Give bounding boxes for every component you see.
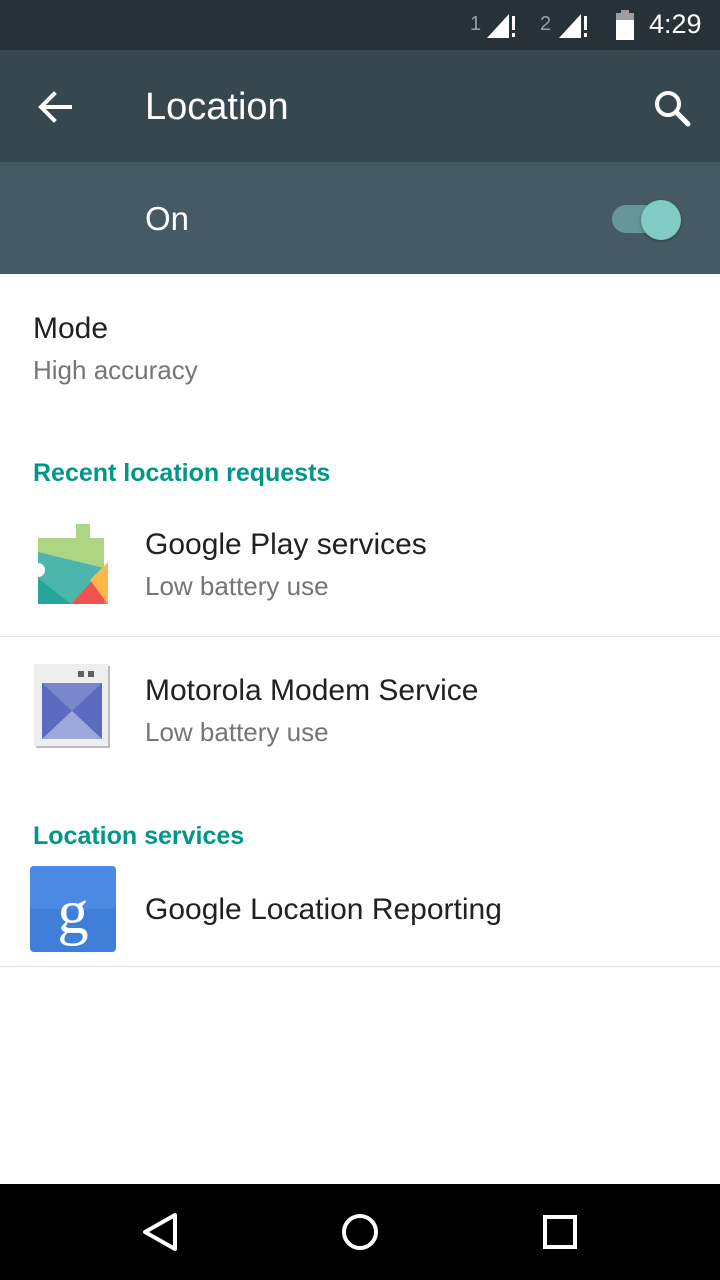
svg-text:g: g bbox=[57, 876, 88, 946]
nav-home-button[interactable] bbox=[330, 1202, 390, 1262]
search-icon bbox=[655, 91, 691, 127]
navigation-bar bbox=[0, 1184, 720, 1280]
battery-usage: Low battery use bbox=[145, 571, 329, 601]
recents-square-icon bbox=[543, 1215, 577, 1249]
battery-usage: Low battery use bbox=[145, 717, 329, 747]
app-name: Motorola Modem Service bbox=[145, 674, 479, 707]
google-g-icon: g bbox=[30, 866, 116, 952]
location-switch-bar[interactable]: On bbox=[0, 162, 720, 274]
recent-request-item[interactable]: Google Play services Low battery use bbox=[0, 506, 720, 636]
search-button[interactable] bbox=[642, 80, 702, 134]
location-toggle[interactable] bbox=[612, 198, 684, 240]
arrow-back-icon bbox=[38, 91, 72, 123]
mode-title: Mode bbox=[33, 312, 109, 345]
status-bar: 1 2 4:29 bbox=[0, 0, 720, 50]
page-title: Location bbox=[145, 86, 289, 128]
google-play-services-icon bbox=[31, 524, 108, 604]
home-circle-icon bbox=[342, 1214, 378, 1250]
switch-label: On bbox=[145, 200, 190, 237]
nav-recents-button[interactable] bbox=[530, 1202, 590, 1262]
clock: 4:29 bbox=[649, 9, 702, 39]
back-button[interactable] bbox=[26, 80, 86, 134]
battery-icon bbox=[616, 10, 634, 40]
recent-request-item[interactable]: Motorola Modem Service Low battery use bbox=[0, 637, 720, 782]
location-service-item[interactable]: g Google Location Reporting bbox=[0, 858, 720, 966]
toggle-thumb bbox=[641, 200, 681, 240]
nav-back-button[interactable] bbox=[130, 1202, 190, 1262]
signal-icon bbox=[487, 14, 515, 38]
sim2-signal: 2 bbox=[540, 10, 590, 40]
signal-icon bbox=[559, 14, 587, 38]
recent-requests-header: Recent location requests bbox=[33, 459, 331, 487]
service-name: Google Location Reporting bbox=[145, 893, 502, 926]
app-toolbar: Location bbox=[0, 50, 720, 162]
app-name: Google Play services bbox=[145, 528, 427, 561]
mode-value: High accuracy bbox=[33, 355, 198, 385]
location-services-header: Location services bbox=[33, 822, 245, 850]
back-triangle-icon bbox=[143, 1213, 177, 1251]
sim1-label: 1 bbox=[470, 13, 482, 35]
divider bbox=[0, 966, 720, 967]
sim1-signal: 1 bbox=[470, 10, 520, 40]
mode-setting[interactable]: Mode High accuracy bbox=[0, 274, 720, 404]
motorola-modem-icon bbox=[34, 664, 110, 748]
sim2-label: 2 bbox=[540, 13, 552, 35]
